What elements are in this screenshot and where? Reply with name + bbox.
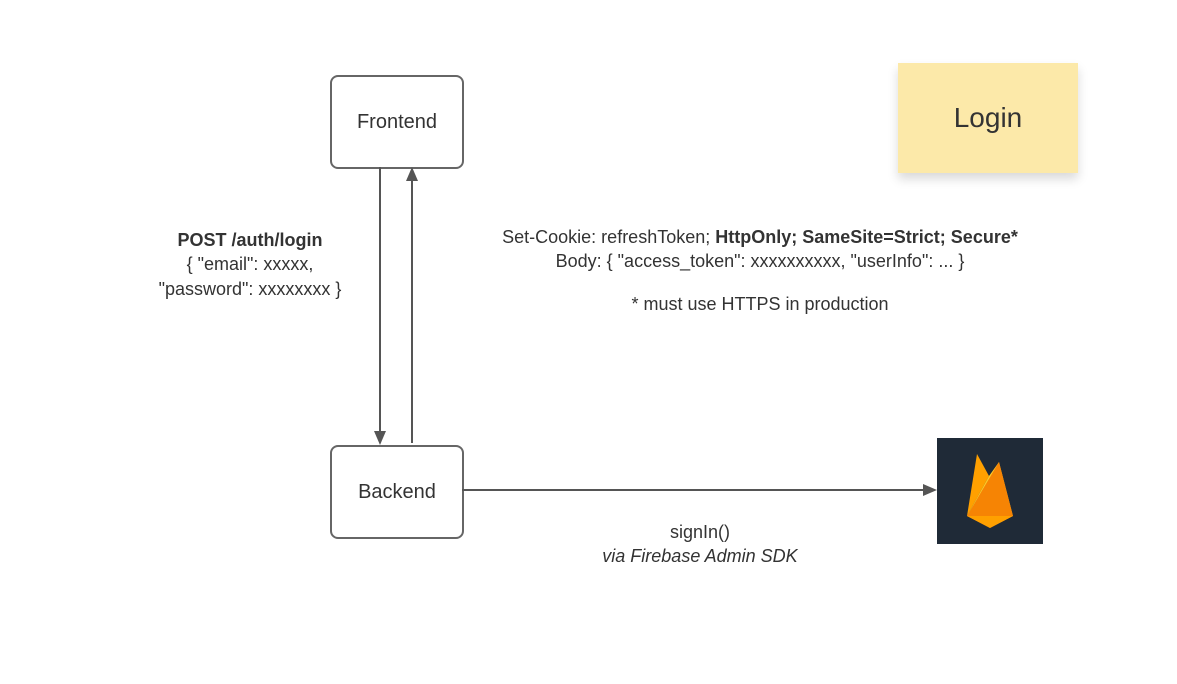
- response-label: Set-Cookie: refreshToken; HttpOnly; Same…: [440, 225, 1080, 316]
- signin-call: signIn(): [530, 520, 870, 544]
- sticky-login-note: Login: [898, 63, 1078, 173]
- arrow-backend-to-frontend: [406, 167, 418, 443]
- response-header-line: Set-Cookie: refreshToken; HttpOnly; Same…: [440, 225, 1080, 249]
- firebase-icon: [959, 448, 1021, 535]
- backend-label: Backend: [358, 481, 436, 504]
- request-body-line1: { "email": xxxxx,: [130, 252, 370, 276]
- arrow-frontend-to-backend: [374, 167, 386, 445]
- backend-node: Backend: [330, 445, 464, 539]
- response-body-line: Body: { "access_token": xxxxxxxxxx, "use…: [440, 249, 1080, 273]
- firebase-node: [937, 438, 1043, 544]
- response-header-prefix: Set-Cookie: refreshToken;: [502, 227, 715, 247]
- diagram-canvas: Frontend Backend Login POST /auth/login …: [0, 0, 1177, 684]
- response-header-bold: HttpOnly; SameSite=Strict; Secure*: [715, 227, 1018, 247]
- arrow-backend-to-firebase: [462, 484, 937, 496]
- request-title: POST /auth/login: [130, 228, 370, 252]
- signin-via: via Firebase Admin SDK: [530, 544, 870, 568]
- request-label: POST /auth/login { "email": xxxxx, "pass…: [130, 228, 370, 301]
- request-body-line2: "password": xxxxxxxx }: [130, 277, 370, 301]
- frontend-label: Frontend: [357, 111, 437, 134]
- signin-label: signIn() via Firebase Admin SDK: [530, 520, 870, 569]
- response-footnote: * must use HTTPS in production: [440, 292, 1080, 316]
- sticky-login-title: Login: [954, 102, 1023, 134]
- frontend-node: Frontend: [330, 75, 464, 169]
